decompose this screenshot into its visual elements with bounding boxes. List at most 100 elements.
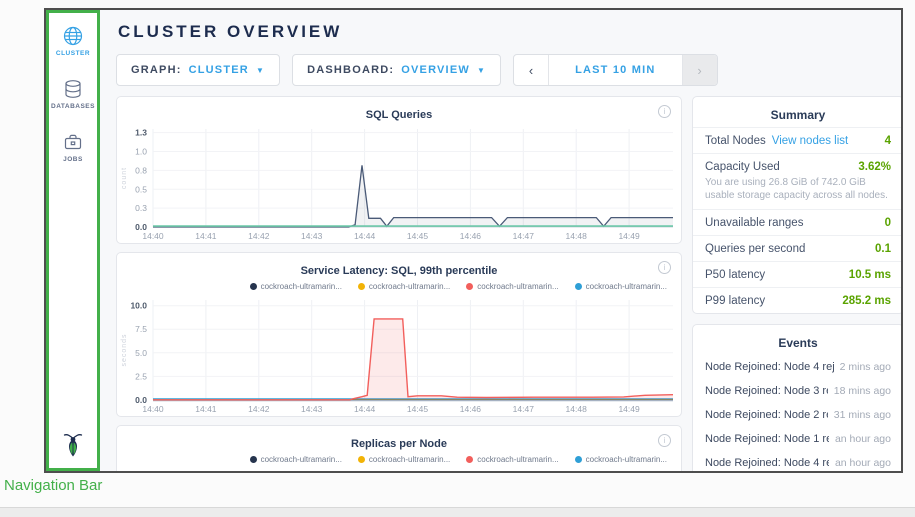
svg-text:14:42: 14:42 (248, 404, 270, 414)
summary-row-total-nodes: Total Nodes View nodes list 4 (693, 127, 901, 153)
legend-item[interactable]: cockroach-ultramarin... (466, 280, 558, 292)
dashboard-dropdown-value: OVERVIEW (401, 64, 470, 76)
svg-text:14:46: 14:46 (460, 231, 482, 241)
chart-title: Service Latency: SQL, 99th percentile (301, 265, 498, 277)
svg-text:14:42: 14:42 (248, 231, 270, 241)
capacity-subtext: You are using 26.8 GiB of 742.0 GiB usab… (705, 176, 891, 203)
service-latency-chart: 0.02.55.07.510.014:4014:4114:4214:4314:4… (117, 292, 681, 416)
view-nodes-list-link[interactable]: View nodes list (772, 135, 849, 147)
legend-label: cockroach-ultramarin... (261, 455, 342, 464)
info-icon[interactable]: i (658, 434, 671, 447)
summary-label: P99 latency (705, 295, 765, 307)
events-title: Events (693, 325, 901, 355)
summary-row-p50-latency: P50 latency 10.5 ms (693, 261, 901, 287)
chart-header: SQL Queries i (117, 97, 681, 121)
svg-text:14:41: 14:41 (195, 231, 217, 241)
legend-dot-icon (250, 456, 257, 463)
chart-title: SQL Queries (366, 109, 432, 121)
event-time: an hour ago (835, 457, 891, 469)
graph-dropdown[interactable]: GRAPH: CLUSTER ▼ (116, 54, 280, 86)
legend-item[interactable]: cockroach-ultramarin... (358, 453, 450, 465)
svg-text:14:40: 14:40 (142, 231, 164, 241)
chart-header: Replicas per Node i (117, 426, 681, 450)
service-latency-chart-card: Service Latency: SQL, 99th percentile i … (116, 252, 682, 417)
event-text: Node Rejoined: Node 4 rej... (705, 361, 834, 373)
legend-dot-icon (358, 283, 365, 290)
legend-label: cockroach-ultramarin... (369, 455, 450, 464)
event-list-item[interactable]: Node Rejoined: Node 1 rej...an hour ago (693, 427, 901, 451)
legend-dot-icon (575, 456, 582, 463)
legend-label: cockroach-ultramarin... (477, 282, 558, 291)
sql-queries-chart: 0.00.30.50.81.01.314:4014:4114:4214:4314… (117, 121, 681, 243)
sidebar-item-databases[interactable]: DATABASES (51, 78, 95, 110)
time-range-label[interactable]: LAST 10 MIN (549, 55, 681, 85)
sql-queries-chart-card: SQL Queries i 0.00.30.50.81.01.314:4014:… (116, 96, 682, 244)
event-list-item[interactable]: Node Rejoined: Node 4 rej... 2 mins ago (693, 355, 901, 379)
chart-legend: cockroach-ultramarin... cockroach-ultrama… (117, 450, 681, 465)
time-range-prev-button[interactable]: ‹ (514, 55, 549, 85)
sidebar-item-label: CLUSTER (56, 50, 90, 57)
summary-label: P50 latency (705, 269, 765, 281)
svg-text:14:47: 14:47 (513, 231, 535, 241)
summary-value: 0 (885, 217, 891, 229)
summary-title: Summary (693, 97, 901, 127)
sidebar-item-cluster[interactable]: CLUSTER (56, 25, 90, 57)
sidebar-item-label: DATABASES (51, 103, 95, 110)
svg-text:1.3: 1.3 (135, 128, 147, 138)
summary-value: 4 (885, 135, 891, 147)
legend-item[interactable]: cockroach-ultramarin... (250, 280, 342, 292)
event-list-item[interactable]: Node Rejoined: Node 2 rej...31 mins ago (693, 403, 901, 427)
summary-value: 3.62% (858, 161, 891, 173)
dashboard-content: SQL Queries i 0.00.30.50.81.01.314:4014:… (116, 96, 889, 471)
svg-text:14:44: 14:44 (354, 404, 376, 414)
dashboard-dropdown[interactable]: DASHBOARD: OVERVIEW ▼ (292, 54, 501, 86)
cockroachdb-logo[interactable] (61, 430, 85, 463)
event-time: 2 mins ago (840, 361, 891, 373)
event-list-item[interactable]: Node Rejoined: Node 4 rej... an hour ago (693, 451, 901, 471)
svg-text:10.0: 10.0 (130, 301, 147, 311)
sidebar-item-label: JOBS (63, 156, 83, 163)
legend-label: cockroach-ultramarin... (586, 455, 667, 464)
svg-text:14:45: 14:45 (407, 404, 429, 414)
svg-text:count: count (121, 167, 128, 189)
summary-value: 285.2 ms (842, 295, 891, 307)
legend-label: cockroach-ultramarin... (477, 455, 558, 464)
navigation-bar: CLUSTER DATABASES JOBS (46, 10, 100, 471)
legend-item[interactable]: cockroach-ultramarin... (358, 280, 450, 292)
summary-label: Unavailable ranges (705, 217, 803, 229)
summary-row-queries-per-second: Queries per second 0.1 (693, 235, 901, 261)
replicas-per-node-chart: 40014:4014:4114:4214:4314:4414:4514:4614… (117, 465, 681, 471)
replicas-chart-card: Replicas per Node i cockroach-ultramarin… (116, 425, 682, 471)
event-text: Node Rejoined: Node 4 rej... (705, 457, 829, 469)
summary-row-unavailable-ranges: Unavailable ranges 0 (693, 209, 901, 235)
legend-item[interactable]: cockroach-ultramarin... (575, 453, 667, 465)
legend-item[interactable]: cockroach-ultramarin... (575, 280, 667, 292)
event-list-item[interactable]: Node Rejoined: Node 3 rej...18 mins ago (693, 379, 901, 403)
chart-legend: cockroach-ultramarin... cockroach-ultrama… (117, 277, 681, 292)
svg-text:14:49: 14:49 (618, 231, 640, 241)
event-text: Node Rejoined: Node 1 rej... (705, 433, 829, 445)
legend-item[interactable]: cockroach-ultramarin... (466, 453, 558, 465)
svg-text:14:43: 14:43 (301, 231, 323, 241)
sidebar-item-jobs[interactable]: JOBS (62, 131, 84, 163)
info-icon[interactable]: i (658, 261, 671, 274)
svg-text:14:40: 14:40 (142, 404, 164, 414)
legend-label: cockroach-ultramarin... (261, 282, 342, 291)
legend-item[interactable]: cockroach-ultramarin... (250, 453, 342, 465)
svg-text:14:48: 14:48 (566, 231, 588, 241)
summary-label: Queries per second (705, 243, 805, 255)
time-range-selector: ‹ LAST 10 MIN › (513, 54, 717, 86)
chevron-down-icon: ▼ (477, 66, 486, 75)
legend-dot-icon (575, 283, 582, 290)
jobs-icon (62, 131, 84, 153)
summary-row-capacity: Capacity Used 3.62% You are using 26.8 G… (693, 153, 901, 209)
legend-dot-icon (358, 456, 365, 463)
chart-header: Service Latency: SQL, 99th percentile i (117, 253, 681, 277)
event-text: Node Rejoined: Node 2 rej... (705, 409, 828, 421)
legend-label: cockroach-ultramarin... (586, 282, 667, 291)
summary-value: 10.5 ms (849, 269, 891, 281)
annotation-label: Navigation Bar (4, 477, 102, 494)
info-icon[interactable]: i (658, 105, 671, 118)
svg-text:2.5: 2.5 (135, 371, 147, 381)
app-window: CLUSTER DATABASES JOBS (44, 8, 903, 473)
